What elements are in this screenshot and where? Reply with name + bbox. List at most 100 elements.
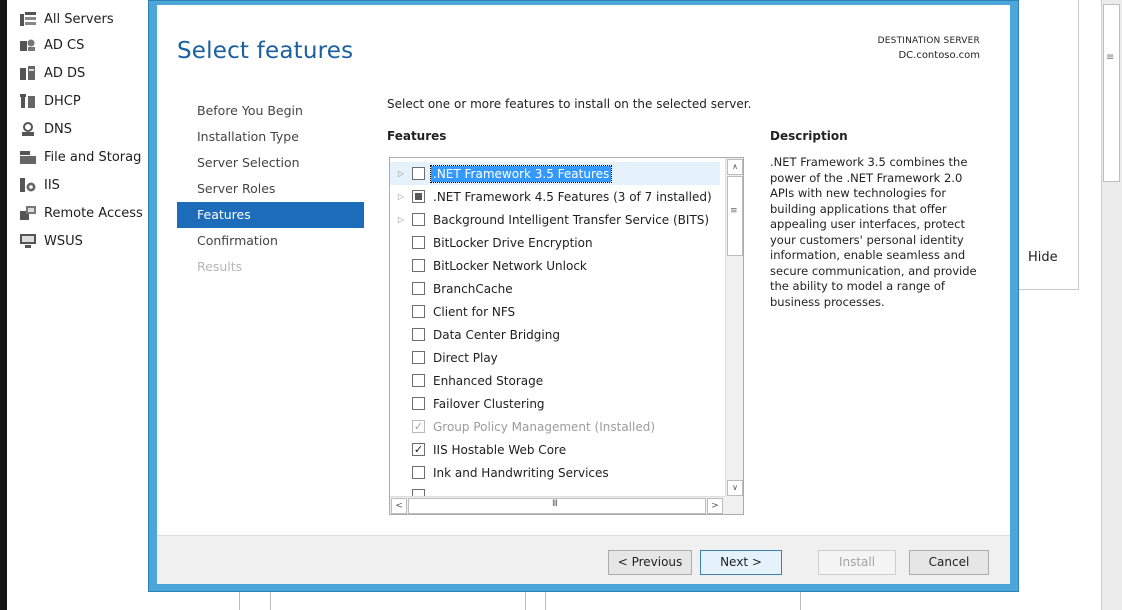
destination-server-label: DESTINATION SERVER <box>877 36 980 46</box>
feature-label: Background Intelligent Transfer Service … <box>433 212 710 227</box>
description-text: .NET Framework 3.5 combines the power of… <box>770 155 977 309</box>
nav-label: Remote Access <box>44 205 143 221</box>
feature-checkbox[interactable] <box>412 236 425 249</box>
feature-row[interactable]: Data Center Bridging <box>390 323 723 346</box>
feature-row[interactable]: Client for NFS <box>390 300 723 323</box>
feature-label: Failover Clustering <box>433 396 545 411</box>
add-roles-features-wizard: Select features DESTINATION SERVER DC.co… <box>148 0 1019 592</box>
divider <box>270 592 271 610</box>
server-manager-nav: All Servers AD CS AD DS DHCP DNS File an… <box>7 0 148 610</box>
remote-access-icon <box>20 206 36 220</box>
feature-checkbox[interactable] <box>412 328 425 341</box>
expand-arrow-icon[interactable]: ▷ <box>390 215 412 224</box>
nav-item-ad-cs[interactable]: AD CS <box>20 34 84 56</box>
step-server-selection[interactable]: Server Selection <box>177 150 364 176</box>
nav-item-remote-access[interactable]: Remote Access <box>20 202 143 224</box>
expand-arrow-icon[interactable]: ▷ <box>390 169 412 178</box>
destination-server-name: DC.contoso.com <box>898 50 980 61</box>
feature-label: BitLocker Network Unlock <box>433 258 587 273</box>
nav-label: AD DS <box>44 65 86 81</box>
wizard-steps: Before You Begin Installation Type Serve… <box>177 98 364 280</box>
nav-item-wsus[interactable]: WSUS <box>20 230 83 252</box>
feature-row[interactable]: BitLocker Drive Encryption <box>390 231 723 254</box>
feature-label: Data Center Bridging <box>433 327 560 342</box>
step-server-roles[interactable]: Server Roles <box>177 176 364 202</box>
feature-row[interactable]: Direct Play <box>390 346 723 369</box>
features-tree[interactable]: ▷ .NET Framework 3.5 Features ▷ .NET Fra… <box>389 157 744 515</box>
feature-row[interactable]: Failover Clustering <box>390 392 723 415</box>
step-features[interactable]: Features <box>177 202 364 228</box>
description-heading: Description <box>770 129 848 143</box>
divider <box>239 592 240 610</box>
feature-checkbox[interactable] <box>412 351 425 364</box>
next-button[interactable]: Next > <box>700 550 782 575</box>
nav-item-all-servers[interactable]: All Servers <box>20 8 114 30</box>
dns-icon <box>20 122 36 136</box>
nav-label: AD CS <box>44 37 85 53</box>
iis-icon <box>20 178 36 192</box>
feature-checkbox[interactable] <box>412 466 425 479</box>
nav-item-ad-ds[interactable]: AD DS <box>20 62 85 84</box>
features-list: ▷ .NET Framework 3.5 Features ▷ .NET Fra… <box>390 162 723 507</box>
feature-checkbox[interactable] <box>412 397 425 410</box>
scroll-up-icon[interactable]: ∧ <box>727 159 743 175</box>
horizontal-scroll-thumb[interactable] <box>408 498 706 514</box>
scroll-down-icon[interactable]: ∨ <box>727 480 743 496</box>
step-installation-type[interactable]: Installation Type <box>177 124 364 150</box>
background-table <box>148 592 1018 610</box>
check-icon[interactable]: ✓ <box>412 443 425 456</box>
feature-checkbox[interactable] <box>412 374 425 387</box>
page-title: Select features <box>177 38 354 64</box>
divider <box>800 592 801 610</box>
features-vertical-scrollbar[interactable]: ∧ ≡ ∨ <box>725 158 743 497</box>
check-icon: ✓ <box>412 420 425 433</box>
background-scrollbar-thumb[interactable] <box>1103 4 1120 182</box>
step-results: Results <box>197 259 243 274</box>
feature-checkbox[interactable] <box>412 282 425 295</box>
feature-label: Enhanced Storage <box>433 373 544 388</box>
previous-button[interactable]: < Previous <box>608 550 692 575</box>
ad-ds-icon <box>20 66 36 80</box>
nav-item-iis[interactable]: IIS <box>20 174 60 196</box>
features-horizontal-scrollbar[interactable]: < III > <box>390 496 743 514</box>
feature-row[interactable]: ▷ .NET Framework 3.5 Features <box>390 162 720 185</box>
install-button: Install <box>818 550 896 575</box>
scrollbar-corner <box>725 496 743 514</box>
grip-icon: III <box>552 499 558 509</box>
instructions-text: Select one or more features to install o… <box>387 97 752 111</box>
feature-checkbox[interactable] <box>412 190 425 203</box>
feature-checkbox[interactable] <box>412 305 425 318</box>
feature-row[interactable]: BitLocker Network Unlock <box>390 254 723 277</box>
features-heading: Features <box>387 129 447 143</box>
step-confirmation[interactable]: Confirmation <box>177 228 364 254</box>
feature-row[interactable]: Ink and Handwriting Services <box>390 461 723 484</box>
nav-label: All Servers <box>44 11 114 27</box>
feature-row[interactable]: ▷ .NET Framework 4.5 Features (3 of 7 in… <box>390 185 723 208</box>
feature-row[interactable]: Enhanced Storage <box>390 369 723 392</box>
feature-row[interactable]: ✓ IIS Hostable Web Core <box>390 438 723 461</box>
hide-link[interactable]: Hide <box>1028 250 1058 265</box>
nav-item-dns[interactable]: DNS <box>20 118 72 140</box>
nav-label: File and Storag <box>44 149 142 165</box>
nav-label: DHCP <box>44 93 81 109</box>
nav-item-dhcp[interactable]: DHCP <box>20 90 81 112</box>
feature-row[interactable]: BranchCache <box>390 277 723 300</box>
feature-checkbox[interactable] <box>412 167 425 180</box>
scroll-right-icon[interactable]: > <box>707 498 723 514</box>
feature-row[interactable]: ▷ Background Intelligent Transfer Servic… <box>390 208 723 231</box>
step-before-you-begin[interactable]: Before You Begin <box>177 98 364 124</box>
nav-item-file-storage[interactable]: File and Storag <box>20 146 141 168</box>
file-storage-icon <box>20 150 36 164</box>
feature-label: IIS Hostable Web Core <box>433 442 567 457</box>
cancel-button[interactable]: Cancel <box>909 550 989 575</box>
expand-arrow-icon[interactable]: ▷ <box>390 192 412 201</box>
vertical-scroll-thumb[interactable] <box>727 176 743 256</box>
feature-label: .NET Framework 4.5 Features (3 of 7 inst… <box>433 189 712 204</box>
nav-label: DNS <box>44 121 72 137</box>
scroll-left-icon[interactable]: < <box>391 498 407 514</box>
feature-checkbox[interactable] <box>412 213 425 226</box>
dhcp-icon <box>20 94 36 108</box>
feature-label: .NET Framework 3.5 Features <box>429 164 613 183</box>
feature-checkbox[interactable] <box>412 259 425 272</box>
feature-row: ✓ Group Policy Management (Installed) <box>390 415 723 438</box>
